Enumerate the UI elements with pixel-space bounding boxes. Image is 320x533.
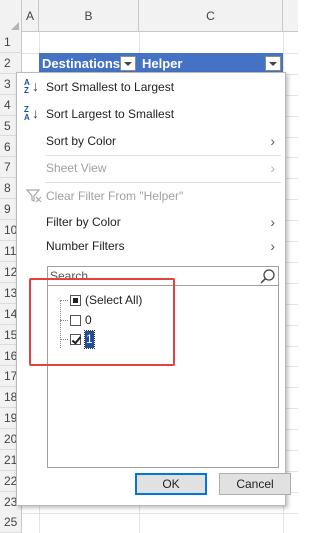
column-header-b[interactable]: B xyxy=(39,0,139,32)
table-header-helper-label: Helper xyxy=(142,56,183,71)
destinations-filter-dropdown-button[interactable] xyxy=(120,56,136,71)
sort-ascending-icon: A Z ↓ xyxy=(24,78,39,95)
column-header-c[interactable]: C xyxy=(139,0,283,32)
chevron-right-icon: › xyxy=(270,160,275,176)
number-filters-item[interactable]: Number Filters › xyxy=(17,235,285,257)
annotation-highlight-box xyxy=(29,278,175,366)
ok-button[interactable]: OK xyxy=(135,473,207,495)
table-header-helper[interactable]: Helper xyxy=(139,53,283,74)
sheet-view-label: Sheet View xyxy=(46,161,107,175)
table-header-destinations[interactable]: Destinations xyxy=(39,53,139,74)
sort-descending-icon: Z A ↓ xyxy=(24,105,39,122)
table-header-destinations-label: Destinations xyxy=(42,56,121,71)
cancel-button[interactable]: Cancel xyxy=(219,473,291,495)
column-header-a[interactable]: A xyxy=(22,0,39,32)
chevron-right-icon: › xyxy=(270,133,275,149)
number-filters-label: Number Filters xyxy=(46,239,125,253)
clear-filter-funnel-icon xyxy=(26,189,42,203)
filter-by-color-label: Filter by Color xyxy=(46,215,121,229)
clear-filter-item: Clear Filter From "Helper" xyxy=(17,185,285,207)
sort-descending-label: Sort Largest to Smallest xyxy=(46,107,175,121)
menu-separator xyxy=(45,155,281,156)
chevron-right-icon: › xyxy=(270,214,275,230)
sort-ascending-label: Sort Smallest to Largest xyxy=(46,80,175,94)
row-header[interactable]: 2 xyxy=(0,53,22,74)
clear-filter-label: Clear Filter From "Helper" xyxy=(46,189,184,203)
row-header[interactable]: 25 xyxy=(0,512,22,533)
sheet-view-item: Sheet View › xyxy=(17,157,285,179)
select-all-corner[interactable] xyxy=(0,0,22,32)
column-header-row: A B C xyxy=(0,0,298,32)
row-header[interactable]: 1 xyxy=(0,32,22,53)
menu-separator xyxy=(45,182,281,183)
filter-by-color-item[interactable]: Filter by Color › xyxy=(17,211,285,233)
helper-filter-dropdown-button[interactable] xyxy=(265,56,281,71)
sort-by-color-label: Sort by Color xyxy=(46,134,117,148)
column-header-d[interactable] xyxy=(283,0,298,32)
sort-descending-item[interactable]: Z A ↓ Sort Largest to Smallest xyxy=(17,103,285,125)
chevron-down-icon xyxy=(124,62,132,66)
filter-chevron-down-icon xyxy=(269,62,277,66)
chevron-right-icon: › xyxy=(270,238,275,254)
search-icon[interactable] xyxy=(259,268,276,285)
sort-by-color-item[interactable]: Sort by Color › xyxy=(17,130,285,152)
sort-ascending-item[interactable]: A Z ↓ Sort Smallest to Largest xyxy=(17,76,285,98)
